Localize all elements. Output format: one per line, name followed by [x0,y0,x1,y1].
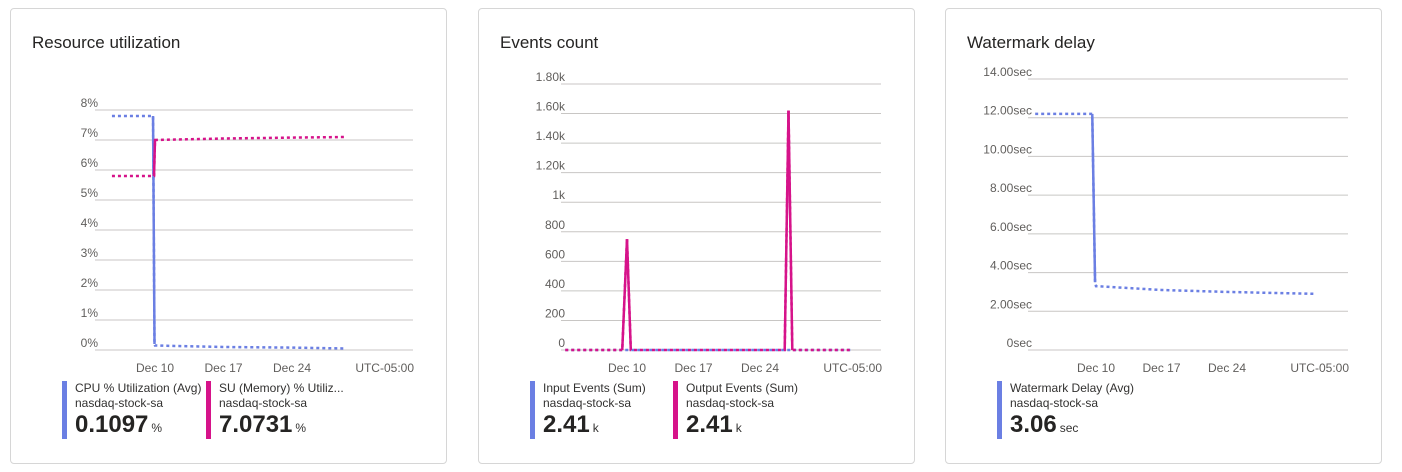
legend-resource-name: nasdaq-stock-sa [1010,396,1099,410]
legend-resource-name: nasdaq-stock-sa [75,396,164,410]
y-tick-label: 14.00sec [983,65,1032,79]
y-tick-label: 7% [81,126,99,140]
y-tick-label: 8.00sec [990,181,1032,195]
series-line-secondary [565,110,851,352]
x-tick-label: Dec 10 [608,361,646,375]
legend-value: 3.06 sec [1010,411,1079,438]
legend-color-bar [530,381,535,439]
series-transition [621,239,629,351]
y-tick-label: 1% [81,306,99,320]
x-tick-label: Dec 17 [204,361,242,375]
legend-metric-name: CPU % Utilization (Avg) [75,381,202,395]
legend-color-bar [673,381,678,439]
y-tick-label: 400 [545,277,565,291]
y-tick-label: 10.00sec [983,142,1032,156]
y-tick-label: 5% [81,186,99,200]
resource-utilization-card[interactable]: Resource utilization 0% 1% 2% 3% 4% 5% 6% 7% 8% D… [10,8,447,464]
y-tick-label: 200 [545,306,565,320]
timezone-label: UTC-05:00 [1290,361,1349,375]
timezone-label: UTC-05:00 [823,361,882,375]
watermark-delay-chart: 0sec 2.00sec 4.00sec 6.00sec 8.00sec 10.00sec… [983,65,1349,375]
legend-item-memory[interactable]: SU (Memory) % Utiliz... nasdaq-stock-sa … [206,381,344,439]
y-tick-label: 2.00sec [990,297,1032,311]
legend-color-bar [62,381,67,439]
legend-item-watermark-delay[interactable]: Watermark Delay (Avg) nasdaq-stock-sa 3.… [997,381,1134,439]
legend-metric-name: Watermark Delay (Avg) [1010,381,1135,395]
series-transition [625,239,633,351]
y-tick-label: 4% [81,216,99,230]
y-tick-label: 6% [81,156,99,170]
legend-value: 2.41 k [686,411,742,438]
x-tick-label: Dec 24 [273,361,311,375]
legend-resource-name: nasdaq-stock-sa [543,396,632,410]
x-tick-label: Dec 10 [1077,361,1115,375]
x-tick-label: Dec 17 [674,361,712,375]
series-line-primary [1035,112,1316,296]
y-tick-label: 600 [545,247,565,261]
legend-metric-name: Input Events (Sum) [543,381,646,395]
x-tick-label: Dec 24 [741,361,779,375]
legend-value: 0.1097% [75,411,163,438]
y-tick-label: 3% [81,246,99,260]
resource-utilization-chart: 0% 1% 2% 3% 4% 5% 6% 7% 8% Dec 10 Dec 17 Dec 24 UTC-… [81,96,415,375]
legend-metric-name: SU (Memory) % Utiliz... [219,381,344,395]
y-tick-label: 1.20k [536,159,566,173]
legend-item-cpu[interactable]: CPU % Utilization (Avg) nasdaq-stock-sa … [62,381,201,439]
legend-value: 2.41 k [543,411,599,438]
y-tick-label: 6.00sec [990,220,1032,234]
series-transition [152,139,157,177]
legend-resource-name: nasdaq-stock-sa [686,396,775,410]
series-transition [787,110,794,351]
x-tick-label: Dec 17 [1142,361,1180,375]
y-tick-label: 0 [558,336,565,350]
legend-item-output-events[interactable]: Output Events (Sum) nasdaq-stock-sa 2.41… [673,381,798,439]
watermark-delay-card[interactable]: Watermark delay 0sec 2.00sec 4.00sec 6.00se… [945,8,1382,464]
y-tick-label: 8% [81,96,99,110]
x-tick-label: Dec 10 [136,361,174,375]
series-transition [1091,113,1097,283]
y-tick-label: 1.80k [536,70,566,84]
x-tick-label: Dec 24 [1208,361,1246,375]
y-tick-label: 1.60k [536,100,566,114]
y-tick-label: 12.00sec [983,104,1032,118]
y-tick-label: 1.40k [536,129,566,143]
legend-value: 7.0731% [219,411,307,438]
events-count-card[interactable]: Events count 0 200 400 600 800 1k 1.20k 1.40k 1.… [478,8,915,464]
y-tick-label: 0sec [1007,336,1032,350]
y-tick-label: 800 [545,218,565,232]
legend-color-bar [206,381,211,439]
y-tick-label: 2% [81,276,99,290]
legend-metric-name: Output Events (Sum) [686,381,799,395]
legend-resource-name: nasdaq-stock-sa [219,396,308,410]
events-count-chart: 0 200 400 600 800 1k 1.20k 1.40k 1.60k 1.80k Dec 1… [536,70,883,375]
y-tick-label: 1k [552,188,566,202]
y-tick-label: 0% [81,336,99,350]
series-line-primary [111,114,346,350]
legend-color-bar [997,381,1002,439]
legend-item-input-events[interactable]: Input Events (Sum) nasdaq-stock-sa 2.41 k [530,381,646,439]
y-tick-label: 4.00sec [990,259,1032,273]
timezone-label: UTC-05:00 [355,361,414,375]
